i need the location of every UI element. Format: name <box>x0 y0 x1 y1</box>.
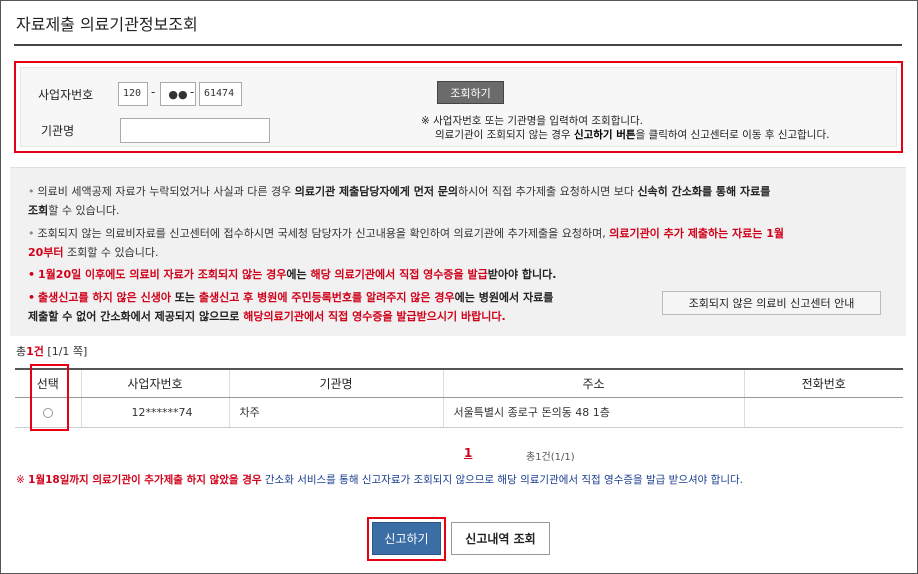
search-panel: 사업자번호 120 - ●● - 61474 기관명 조회하기 ※ 사업자번호 … <box>14 61 903 153</box>
bullet-icon: • <box>28 268 36 281</box>
search-note-line1: ※ 사업자번호 또는 기관명을 입력하여 조회합니다. <box>421 115 644 127</box>
notice-item-3: • 1월20일 이후에도 의료비 자료가 조회되지 않는 경우에는 해당 의료기관… <box>28 265 888 284</box>
result-count: 총1건 [1/1 쪽] <box>16 343 87 359</box>
notice-text: 의료비 세액공제 자료가 누락되었거나 사실과 다른 경우 <box>37 185 295 198</box>
note-mark: ※ <box>16 474 29 486</box>
notice-item-4: • 출생신고를 하지 않은 신생아 또는 출생신고 후 병원에 주민등록번호를 알… <box>28 288 668 326</box>
notice-emphasis-red: 출생신고를 하지 않은 신생아 <box>38 291 171 304</box>
biz-no-part1-input[interactable]: 120 <box>118 82 148 106</box>
bottom-note-text: 간소화 서비스를 통해 신고자료가 조회되지 않으므로 해당 의료기관에서 직접… <box>261 474 743 486</box>
report-history-button[interactable]: 신고내역 조회 <box>451 522 550 555</box>
biz-no-dash: - <box>151 85 156 99</box>
result-count-label: 총 <box>16 345 27 358</box>
table-row[interactable]: 12******74 차주 서울특별시 종로구 돈의동 48 1층 <box>15 397 903 428</box>
notice-emphasis: 신속히 간소화를 통해 자료를 <box>637 185 771 198</box>
report-center-info-button[interactable]: 조회되지 않은 의료비 신고센터 안내 <box>662 291 881 315</box>
report-button[interactable]: 신고하기 <box>372 522 441 555</box>
bullet-icon: • <box>28 291 36 304</box>
notice-emphasis: 제출할 수 없어 간소화에서 제공되지 않으므로 <box>28 310 244 323</box>
result-page-info: [1/1 쪽] <box>43 345 88 358</box>
notice-emphasis: 받아야 합니다. <box>487 268 557 281</box>
search-note-emphasis: 신고하기 버튼 <box>573 129 636 141</box>
row-address: 서울특별시 종로구 돈의동 48 1층 <box>442 397 744 428</box>
notice-text: 할 수 있습니다. <box>48 204 120 217</box>
notice-emphasis-red: 1월20일 이후에도 의료비 자료가 조회되지 않는 경우 <box>38 268 287 281</box>
search-button[interactable]: 조회하기 <box>437 81 504 104</box>
header-address: 주소 <box>442 368 744 398</box>
search-note: ※ 사업자번호 또는 기관명을 입력하여 조회합니다. 의료기관이 조회되지 않… <box>421 114 829 142</box>
result-count-number: 1건 <box>26 345 44 358</box>
institution-input[interactable] <box>120 118 270 143</box>
notice-emphasis: 의료기관 제출담당자에게 먼저 문의 <box>294 185 459 198</box>
search-panel-inner: 사업자번호 120 - ●● - 61474 기관명 조회하기 ※ 사업자번호 … <box>20 67 897 147</box>
institution-label: 기관명 <box>41 124 75 138</box>
search-note-text: 을 클릭하여 신고센터로 이동 후 신고합니다. <box>635 129 830 141</box>
notice-emphasis-red: 20부터 <box>28 246 64 259</box>
page-title: 자료제출 의료기관정보조회 <box>16 15 198 34</box>
notice-text: 하시어 직접 추가제출 요청하시면 보다 <box>458 185 638 198</box>
notice-text: 또는 <box>170 291 199 304</box>
bottom-note-emphasis: 1월18일까지 의료기관이 추가제출 하지 않았을 경우 <box>28 474 262 486</box>
biz-no-part3-input[interactable]: 61474 <box>199 82 242 106</box>
notice-emphasis: 에는 병원에서 자료를 <box>454 291 554 304</box>
row-tel <box>743 397 903 428</box>
notice-panel: • 의료비 세액공제 자료가 누락되었거나 사실과 다른 경우 의료기관 제출담당… <box>10 167 906 336</box>
biz-no-label: 사업자번호 <box>38 88 94 102</box>
notice-emphasis-red: 의료기관이 추가 제출하는 자료는 1월 <box>609 227 784 240</box>
bullet-icon: • <box>28 227 35 240</box>
title-divider <box>14 44 902 46</box>
notice-text: 조회되지 않는 의료비자료를 신고센터에 접수하시면 국세청 담당자가 신고내용… <box>37 227 610 240</box>
biz-no-dash: - <box>190 85 195 99</box>
header-name: 기관명 <box>228 368 443 398</box>
bottom-note: ※ 1월18일까지 의료기관이 추가제출 하지 않았을 경우 간소화 서비스를 … <box>16 472 743 487</box>
header-tel: 전화번호 <box>743 368 903 398</box>
notice-text: 조회할 수 있습니다. <box>63 246 159 259</box>
notice-emphasis-red: 출생신고 후 병원에 주민등록번호를 알려주지 않은 경우 <box>198 291 455 304</box>
page-link-1[interactable]: 1 <box>464 446 472 460</box>
notice-item-2: • 조회되지 않는 의료비자료를 신고센터에 접수하시면 국세청 담당자가 신고내… <box>28 224 888 262</box>
search-note-line2: 의료기관이 조회되지 않는 경우 신고하기 버튼을 클릭하여 신고센터로 이동 … <box>421 128 829 142</box>
search-note-text: 의료기관이 조회되지 않는 경우 <box>435 129 574 141</box>
header-biz-no: 사업자번호 <box>80 368 229 398</box>
table-header-row: 선택 사업자번호 기관명 주소 전화번호 <box>15 368 903 398</box>
notice-emphasis-red: 해당 의료기관에서 직접 영수증을 발급 <box>310 268 488 281</box>
result-table: 선택 사업자번호 기관명 주소 전화번호 12******74 차주 서울특별시… <box>15 368 903 428</box>
notice-emphasis: 조회 <box>28 204 49 217</box>
notice-item-1: • 의료비 세액공제 자료가 누락되었거나 사실과 다른 경우 의료기관 제출담당… <box>28 182 888 220</box>
row-biz-no: 12******74 <box>80 397 229 428</box>
row-name: 차주 <box>228 397 443 428</box>
notice-text: 에는 <box>286 268 311 281</box>
notice-emphasis-red: 해당의료기관에서 직접 영수증을 발급받으시기 바랍니다. <box>243 310 506 323</box>
bullet-icon: • <box>28 185 35 198</box>
pager-info: 총1건(1/1) <box>526 452 575 463</box>
select-column-highlight <box>30 364 69 431</box>
